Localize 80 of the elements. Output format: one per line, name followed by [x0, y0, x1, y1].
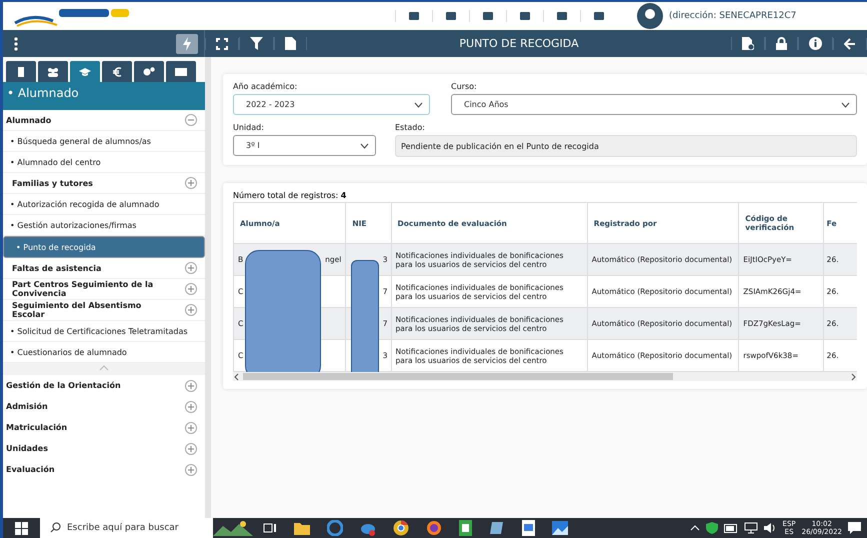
- avatar-icon[interactable]: [637, 3, 663, 29]
- sidebar-heading: • Alumnado: [3, 82, 205, 110]
- expand-icon[interactable]: [185, 304, 197, 316]
- expand-icon[interactable]: [185, 422, 197, 434]
- year-select[interactable]: 2022 - 2023: [233, 94, 430, 115]
- notification-icon[interactable]: [848, 522, 861, 534]
- user-label: (dirección: SENECAPRE12C7: [669, 11, 796, 21]
- spreadsheet-icon[interactable]: [459, 520, 472, 536]
- menu-group[interactable]: Unidades: [6, 444, 48, 453]
- menu-item[interactable]: • Búsqueda general de alumnos/as: [3, 131, 205, 152]
- graduation-cap-icon: [79, 66, 91, 76]
- folder-icon[interactable]: [294, 521, 310, 535]
- field-label: Estado:: [395, 123, 426, 132]
- landscape-icon: [213, 520, 253, 536]
- menu-item[interactable]: • Punto de recogida: [3, 236, 205, 258]
- sidebar-tab[interactable]: [70, 61, 100, 82]
- shield-icon[interactable]: [706, 522, 718, 534]
- caret-icon: [360, 142, 369, 148]
- field-label: Unidad:: [233, 123, 265, 132]
- menu-section[interactable]: Alumnado: [3, 110, 205, 131]
- field-label: Curso:: [451, 82, 478, 91]
- fullscreen-icon[interactable]: [205, 38, 239, 50]
- lock-icon[interactable]: [765, 37, 798, 50]
- document-icon[interactable]: [522, 520, 535, 536]
- lightning-button-icon[interactable]: [176, 34, 198, 54]
- menu-item[interactable]: • Solicitud de Certificaciones Teletramitadas: [3, 321, 205, 342]
- menu-group[interactable]: Faltas de asistencia: [12, 264, 102, 272]
- record-count: Número total de registros: 4: [233, 191, 348, 200]
- page-title: PUNTO DE RECOGIDA: [458, 37, 580, 50]
- sidebar-tab[interactable]: [38, 61, 68, 82]
- network-icon[interactable]: [744, 522, 758, 534]
- search-icon: [50, 522, 61, 533]
- task-view-icon[interactable]: [263, 521, 277, 535]
- horizontal-scrollbar[interactable]: [233, 372, 857, 381]
- menu-group[interactable]: Admisión: [6, 402, 48, 411]
- expand-icon[interactable]: [185, 177, 197, 189]
- expand-icon[interactable]: [185, 262, 197, 274]
- caret-icon: [841, 102, 850, 108]
- menu-item[interactable]: • Autorización recogida de alumnado: [3, 194, 205, 215]
- expand-icon[interactable]: [185, 464, 197, 476]
- menu-group[interactable]: Part Centros Seguimiento de la Convivencia: [12, 280, 162, 298]
- chrome-icon[interactable]: [393, 520, 409, 536]
- menu-group[interactable]: Matriculación: [6, 423, 68, 432]
- scroll-right-icon[interactable]: [849, 372, 857, 380]
- field-label: Año académico:: [233, 82, 298, 91]
- section-label: Alumnado: [6, 116, 52, 124]
- sidebar-tab[interactable]: [6, 61, 36, 82]
- caret-icon: [414, 102, 423, 108]
- sidebar-tab[interactable]: [102, 61, 132, 82]
- info-icon[interactable]: [798, 37, 833, 50]
- expand-icon[interactable]: [185, 283, 197, 295]
- browser-e-icon[interactable]: [327, 520, 343, 536]
- pdf-icon[interactable]: [274, 37, 307, 50]
- euro-icon: [112, 66, 122, 76]
- menu-item[interactable]: • Alumnado del centro: [3, 152, 205, 173]
- collapse-icon[interactable]: [185, 114, 197, 126]
- menu-icon[interactable]: [13, 36, 19, 50]
- firefox-icon[interactable]: [426, 520, 442, 536]
- menu-group[interactable]: Familias y tutores: [12, 178, 93, 188]
- battery-icon[interactable]: [724, 524, 738, 532]
- filter-icon[interactable]: [239, 37, 274, 50]
- back-arrow-icon[interactable]: [833, 38, 867, 50]
- photos-icon[interactable]: [552, 521, 568, 535]
- menu-group[interactable]: Gestión de la Orientación: [6, 381, 121, 390]
- scroll-left-icon[interactable]: [233, 372, 241, 380]
- people-icon: [47, 66, 59, 76]
- menu-group[interactable]: Seguimiento del Absentismo Escolar: [12, 301, 162, 319]
- expand-icon[interactable]: [185, 442, 197, 454]
- speaker-icon[interactable]: [764, 522, 777, 534]
- expand-icon[interactable]: [185, 380, 197, 392]
- unit-select[interactable]: 3º I: [233, 135, 376, 156]
- taskbar-search-field[interactable]: Escribe aquí para buscar: [40, 518, 213, 538]
- menu-group[interactable]: Evaluación: [6, 465, 55, 474]
- chevron-up-icon[interactable]: [690, 525, 700, 531]
- add-document-icon[interactable]: [731, 37, 765, 50]
- sidebar-tab[interactable]: [166, 61, 196, 82]
- sidebar-tab[interactable]: [134, 61, 164, 82]
- expand-icon[interactable]: [185, 400, 197, 412]
- status-field: Pendiente de publicación en el Punto de recogida: [395, 135, 857, 157]
- course-select[interactable]: Cinco Años: [451, 94, 857, 115]
